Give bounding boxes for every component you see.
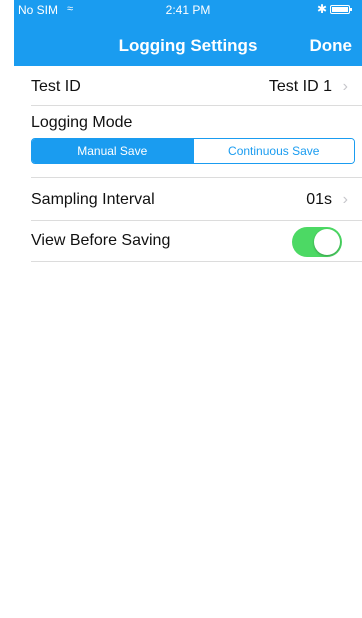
app-screen: No SIM ≈ 2:41 PM ✱ Logging Settings Done… [14,0,362,618]
toggle-knob [314,229,340,255]
bluetooth-icon: ✱ [317,2,328,16]
done-button[interactable]: Done [310,36,353,56]
status-time: 2:41 PM [165,3,211,17]
segment-continuous-save[interactable]: Continuous Save [192,139,354,163]
divider [31,105,362,106]
battery-icon [330,5,352,14]
view-before-saving-row: View Before Saving [14,221,362,261]
navigation-bar: No SIM ≈ 2:41 PM ✱ Logging Settings Done [14,0,362,66]
status-bar: No SIM ≈ 2:41 PM ✱ [14,0,362,20]
segment-manual-save[interactable]: Manual Save [32,139,193,163]
view-before-saving-toggle[interactable] [292,227,342,257]
divider [31,261,362,262]
chevron-right-icon: › [342,78,348,95]
logging-mode-label: Logging Mode [31,114,133,131]
test-id-label: Test ID [31,78,81,95]
test-id-value: Test ID 1 [268,78,332,95]
sampling-interval-value: 01s [306,191,332,208]
sampling-interval-label: Sampling Interval [31,191,155,208]
logging-mode-segmented-control: Manual Save Continuous Save [31,138,355,164]
chevron-right-icon: › [342,191,348,208]
view-before-saving-label: View Before Saving [31,232,171,249]
sampling-interval-row[interactable]: Sampling Interval 01s › [14,178,362,220]
test-id-row[interactable]: Test ID Test ID 1 › [14,66,362,106]
